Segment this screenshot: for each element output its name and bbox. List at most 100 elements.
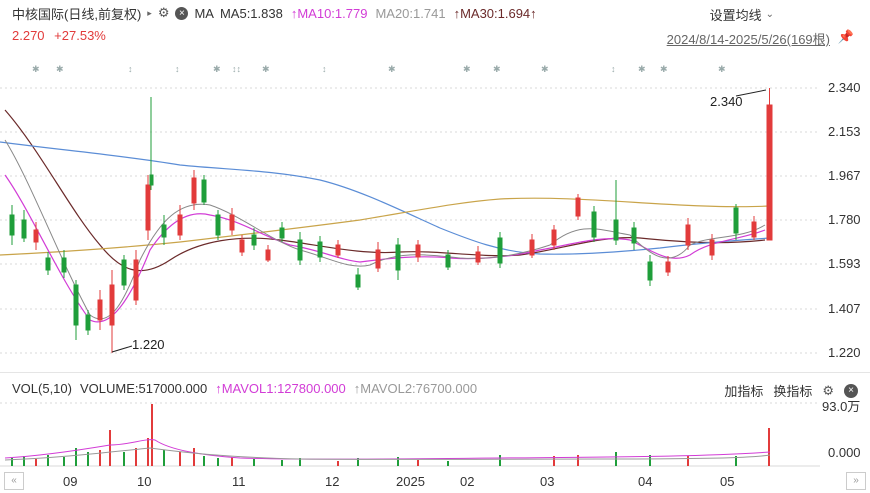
price-tick: 1.780 xyxy=(828,212,861,227)
svg-text:↕: ↕ xyxy=(175,64,180,74)
volume-axis-top: 93.0万 xyxy=(822,399,861,414)
volume-bars xyxy=(11,404,770,466)
candle xyxy=(335,240,341,258)
vol-label[interactable]: VOL(5,10) xyxy=(12,381,72,396)
ma30-value: ↑MA30:1.694↑ xyxy=(453,5,537,21)
candle xyxy=(133,250,139,305)
svg-text:✱: ✱ xyxy=(213,64,221,74)
candle xyxy=(665,256,671,276)
candlestick-chart[interactable]: ✱ ✱ ↕ ↕ ✱ ↕↕ ✱ ↕ ✱ ✱ ✱ ✱ ↕ ✱ ✱ ✱ 2.340 1… xyxy=(0,50,870,370)
ma-values: MA5:1.838 ↑MA10:1.779 MA20:1.741 ↑MA30:1… xyxy=(220,6,537,21)
chart-header: 中核国际(日线,前复权) ▸ ⚙ × MA MA5:1.838 ↑MA10:1.… xyxy=(12,4,537,22)
candle xyxy=(121,255,127,290)
candle xyxy=(279,222,285,242)
candle xyxy=(149,97,154,190)
ma10-text: MA10:1.779 xyxy=(297,5,368,21)
candle xyxy=(551,225,557,250)
scroll-left-button[interactable]: « xyxy=(4,472,24,490)
x-tick: 05 xyxy=(720,474,735,489)
candle xyxy=(215,210,221,240)
mavol2-line xyxy=(4,447,771,461)
gear-icon[interactable]: ⚙ xyxy=(158,5,170,21)
candle xyxy=(355,268,361,290)
x-tick: 11 xyxy=(232,474,246,489)
candle xyxy=(229,208,235,235)
candle xyxy=(265,245,271,262)
candle xyxy=(395,238,401,280)
switch-indicator-button[interactable]: 换指标 xyxy=(773,381,812,400)
annotations: 2.340 1.220 xyxy=(111,89,767,353)
settings-ma-button[interactable]: 设置均线 ⌄ xyxy=(710,5,774,24)
mavol1-text: MAVOL1:127800.000 xyxy=(221,381,346,396)
svg-text:↕↕: ↕↕ xyxy=(232,64,241,74)
candle xyxy=(21,210,27,242)
mavol2-text: MAVOL2:76700.000 xyxy=(360,381,478,396)
svg-text:✱: ✱ xyxy=(541,64,549,74)
event-markers[interactable]: ✱ ✱ ↕ ↕ ✱ ↕↕ ✱ ↕ ✱ ✱ ✱ ✱ ↕ ✱ ✱ ✱ xyxy=(32,64,726,74)
pin-icon[interactable]: 📌 xyxy=(838,29,854,45)
candle xyxy=(709,234,715,260)
mavol1-value: ↑MAVOL1:127800.000 xyxy=(215,381,346,396)
svg-text:✱: ✱ xyxy=(493,64,501,74)
candle xyxy=(97,290,103,330)
mavol2-value: ↑MAVOL2:76700.000 xyxy=(353,381,478,396)
candle xyxy=(375,242,381,272)
candle xyxy=(575,194,581,220)
chevron-down-icon: ⌄ xyxy=(765,9,774,20)
price-tick: 1.593 xyxy=(828,256,861,271)
current-price: 2.270 xyxy=(12,28,45,43)
svg-text:✱: ✱ xyxy=(388,64,396,74)
scroll-right-button[interactable]: » xyxy=(846,472,866,490)
price-tick: 1.407 xyxy=(828,301,861,316)
x-tick: 2025 xyxy=(396,474,425,489)
stock-title[interactable]: 中核国际(日线,前复权) xyxy=(12,4,141,23)
volume-chart[interactable] xyxy=(0,400,870,468)
candle xyxy=(631,222,637,250)
candle xyxy=(297,232,303,265)
add-indicator-button[interactable]: 加指标 xyxy=(724,381,763,400)
candle xyxy=(613,180,619,245)
candle xyxy=(73,280,79,340)
price-tick: 2.153 xyxy=(828,124,861,139)
svg-text:✱: ✱ xyxy=(660,64,668,74)
ma20-value: MA20:1.741 xyxy=(375,6,445,21)
candle xyxy=(9,205,15,245)
candle xyxy=(685,218,691,250)
x-tick: 03 xyxy=(540,474,555,489)
price-tick: 1.967 xyxy=(828,168,861,183)
svg-text:↕: ↕ xyxy=(322,64,327,74)
ma30-text: MA30:1.694 xyxy=(460,5,531,21)
mavol1-line xyxy=(4,439,771,460)
svg-text:↕: ↕ xyxy=(611,64,616,74)
candle xyxy=(529,234,535,258)
ma10-value: ↑MA10:1.779 xyxy=(290,5,368,21)
ma30-line xyxy=(4,109,766,272)
candle xyxy=(647,255,653,286)
svg-text:✱: ✱ xyxy=(638,64,646,74)
caret-right-icon[interactable]: ▸ xyxy=(147,8,152,19)
date-range[interactable]: 2024/8/14-2025/5/26(169根) xyxy=(667,29,830,48)
candle xyxy=(251,228,257,250)
low-annotation: 1.220 xyxy=(132,337,165,352)
svg-text:✱: ✱ xyxy=(32,64,40,74)
candle xyxy=(415,240,421,262)
x-tick: 10 xyxy=(137,474,152,489)
x-tick: 02 xyxy=(460,474,475,489)
price-tick: 2.340 xyxy=(828,80,861,95)
ma5-value: MA5:1.838 xyxy=(219,5,283,21)
x-tick: 09 xyxy=(63,474,78,489)
svg-text:✱: ✱ xyxy=(56,64,64,74)
volume-value: VOLUME:517000.000 xyxy=(79,381,208,396)
candle xyxy=(475,246,481,265)
price-tick: 1.220 xyxy=(828,345,861,360)
svg-text:↕: ↕ xyxy=(128,64,133,74)
ma-blue-line xyxy=(0,141,771,255)
candle xyxy=(766,88,773,241)
close-icon[interactable]: × xyxy=(175,6,189,20)
candle xyxy=(201,175,207,205)
volume-header: VOL(5,10) VOLUME:517000.000 ↑MAVOL1:1278… xyxy=(12,381,477,396)
candle xyxy=(317,236,323,262)
high-annotation: 2.340 xyxy=(710,94,743,109)
candle xyxy=(109,270,115,353)
settings-ma-label: 设置均线 xyxy=(709,8,762,23)
